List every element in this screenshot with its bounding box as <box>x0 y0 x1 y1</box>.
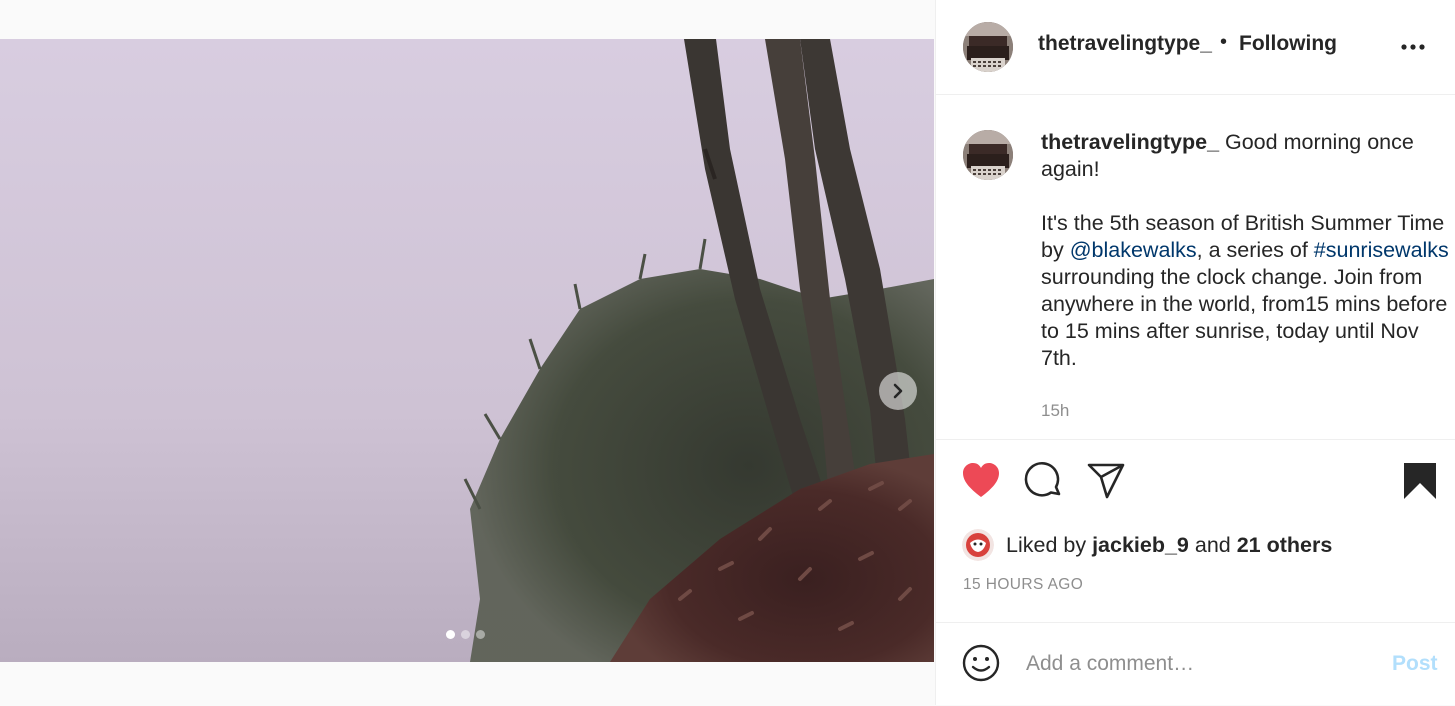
like-button[interactable] <box>961 462 1001 505</box>
carousel-indicator <box>446 630 485 639</box>
liker-username[interactable]: jackieb_9 <box>1092 533 1189 557</box>
comment-icon <box>1024 461 1061 497</box>
likes-middle: and <box>1188 532 1237 557</box>
likes-summary: Liked by jackieb_9 and 21 others <box>962 528 1332 562</box>
next-image-button[interactable] <box>879 372 917 410</box>
carousel-dot <box>461 630 470 639</box>
share-button[interactable] <box>1086 462 1126 505</box>
likes-others-link[interactable]: 21 others <box>1237 533 1333 557</box>
save-button[interactable] <box>1403 462 1437 505</box>
carousel-dot <box>446 630 455 639</box>
emoji-button[interactable] <box>962 644 1000 682</box>
author-avatar[interactable] <box>963 22 1013 72</box>
bookmark-filled-icon <box>1404 463 1436 499</box>
hashtag-link[interactable]: #sunrisewalks <box>1314 238 1449 262</box>
caption-author-avatar[interactable] <box>963 130 1013 180</box>
typewriter-avatar-image <box>963 22 1013 72</box>
comment-input[interactable] <box>1024 647 1368 681</box>
more-options-button[interactable] <box>1398 36 1428 56</box>
post-image[interactable] <box>0 39 934 662</box>
heart-icon <box>963 463 999 497</box>
caption-text: thetravelingtype_ Good morning once agai… <box>1041 129 1451 372</box>
following-button[interactable]: Following <box>1239 32 1337 56</box>
liker-avatar-image <box>962 529 994 561</box>
mention-link[interactable]: @blakewalks <box>1070 238 1197 262</box>
caption-body-2: , a series of <box>1196 238 1314 262</box>
send-icon <box>1087 463 1125 499</box>
caption-username[interactable]: thetravelingtype_ <box>1041 130 1219 154</box>
liker-avatar[interactable] <box>962 529 994 561</box>
header-separator: • <box>1220 31 1228 53</box>
post-photo <box>0 39 934 662</box>
likes-prefix: Liked by <box>1006 532 1093 557</box>
post-side-panel: thetravelingtype_ • Following thetraveli… <box>935 0 1455 705</box>
emoji-icon <box>962 644 1000 682</box>
comment-button[interactable] <box>1024 461 1064 506</box>
post-header: thetravelingtype_ • Following <box>936 0 1455 95</box>
action-bar <box>936 440 1455 520</box>
post-timestamp[interactable]: 15 HOURS AGO <box>963 576 1083 594</box>
post-caption: thetravelingtype_ Good morning once agai… <box>936 95 1455 440</box>
post-comment-button[interactable]: Post <box>1392 652 1438 676</box>
caption-timestamp[interactable]: 15h <box>1041 401 1069 421</box>
typewriter-avatar-image <box>963 130 1013 180</box>
chevron-right-icon <box>893 383 903 399</box>
comment-bar: Post <box>936 622 1455 706</box>
author-username[interactable]: thetravelingtype_ <box>1038 32 1212 56</box>
likes-text: Liked by jackieb_9 and 21 others <box>1006 533 1332 558</box>
more-options-icon <box>1401 44 1425 50</box>
carousel-dot <box>476 630 485 639</box>
